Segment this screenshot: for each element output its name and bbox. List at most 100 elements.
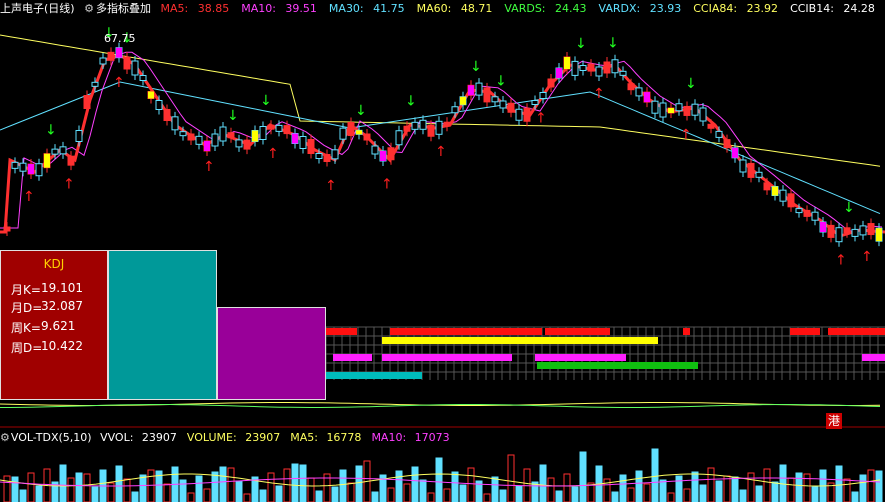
- highlight-candle: [876, 228, 882, 242]
- volume-bar: [699, 484, 707, 502]
- candle: [763, 182, 771, 191]
- sell-arrow-icon: ↓: [470, 59, 482, 75]
- kdj-title: KDJ: [43, 257, 65, 271]
- candle: [19, 162, 27, 172]
- volume-bar: [123, 478, 131, 502]
- sell-arrow-icon: ↓: [227, 108, 239, 124]
- buy-arrow-icon: ↑: [593, 86, 605, 102]
- candle: [707, 123, 715, 129]
- sell-arrow-icon: ↓: [575, 36, 587, 52]
- candle: [851, 228, 859, 237]
- volume-bar: [75, 472, 83, 502]
- kdj-row: 月K= 19.101: [11, 281, 83, 297]
- buy-arrow-icon: ↑: [680, 127, 692, 143]
- volume-bar: [195, 475, 203, 502]
- candle: [67, 155, 75, 166]
- highlight-candle: [556, 68, 562, 78]
- volume-bar: [59, 464, 67, 502]
- hk-badge[interactable]: 港: [826, 413, 842, 429]
- candle: [803, 209, 811, 217]
- volume-bar: [387, 487, 395, 502]
- candle: [867, 223, 875, 236]
- highlight-candle: [668, 108, 674, 114]
- sell-arrow-icon: ↓: [405, 94, 417, 110]
- volume-bar: [115, 465, 123, 502]
- candle: [427, 124, 435, 137]
- candle: [179, 131, 187, 137]
- candle: [755, 171, 763, 178]
- highlight-candle: [460, 96, 466, 105]
- highlight-candle: [820, 222, 826, 232]
- volume-bar: [35, 485, 43, 502]
- volume-bar: [875, 470, 883, 502]
- volume-title[interactable]: VOL-TDX(5,10): [11, 431, 92, 444]
- candle: [195, 135, 203, 145]
- sell-arrow-icon: ↓: [843, 200, 855, 216]
- volume-bar: [403, 483, 411, 502]
- highlight-candle: [148, 91, 154, 99]
- signal-strip: [683, 328, 690, 335]
- volume-bar: [787, 477, 795, 502]
- buy-arrow-icon: ↑: [381, 176, 393, 192]
- candle: [403, 125, 411, 132]
- volume-bar: [859, 474, 867, 502]
- signal-strip: [535, 354, 626, 361]
- buy-arrow-icon: ↑: [535, 111, 547, 127]
- candle: [275, 124, 283, 132]
- candle: [691, 103, 699, 116]
- candle: [811, 211, 819, 221]
- volume-bar: [3, 475, 11, 502]
- gear-icon[interactable]: ⚙: [0, 431, 10, 444]
- volume-bar: [643, 483, 651, 502]
- volume-chart[interactable]: [0, 446, 885, 502]
- candle: [11, 161, 19, 169]
- highlight-candle: [356, 130, 362, 135]
- volume-bar: [67, 477, 75, 502]
- highlight-candle: [380, 151, 386, 161]
- sell-arrow-icon: ↓: [495, 74, 507, 90]
- highlight-candle: [564, 57, 570, 69]
- kdj-week-bar: [217, 307, 326, 400]
- volume-bar: [315, 490, 323, 502]
- candle: [75, 130, 83, 142]
- volume-bar: [675, 475, 683, 502]
- candle: [299, 136, 307, 149]
- highlight-candle: [204, 141, 210, 151]
- volume-bar: [307, 477, 315, 502]
- volume-bar: [763, 468, 771, 502]
- volume-bar: [467, 467, 475, 502]
- candle: [155, 100, 163, 110]
- volume-bar: [243, 493, 251, 502]
- candle: [619, 70, 627, 76]
- candle: [859, 225, 867, 236]
- candle: [611, 59, 619, 74]
- signal-strip: [790, 328, 820, 335]
- candle: [747, 162, 755, 178]
- volume-bar: [771, 481, 779, 502]
- candle: [435, 120, 443, 135]
- candle: [675, 103, 683, 112]
- candle: [99, 57, 107, 65]
- candle: [827, 224, 835, 238]
- volume-bar: [563, 473, 571, 502]
- candle: [339, 127, 347, 140]
- candle: [187, 133, 195, 141]
- var-line: [0, 404, 881, 408]
- volume-bar: [707, 467, 715, 502]
- volume-bar: [411, 466, 419, 502]
- volume-bar: [187, 492, 195, 502]
- candle: [443, 121, 451, 127]
- buy-arrow-icon: ↑: [113, 75, 125, 91]
- volume-bar: [267, 472, 275, 502]
- candle: [59, 146, 67, 155]
- candle: [523, 107, 531, 122]
- highlight-candle: [252, 130, 258, 142]
- volume-bar: [683, 488, 691, 502]
- highlight-candle: [732, 147, 738, 158]
- candle: [723, 139, 731, 149]
- volume-bar: [27, 472, 35, 502]
- volume-bar: [371, 491, 379, 502]
- candle: [107, 51, 115, 61]
- candle: [163, 109, 171, 121]
- candle: [587, 63, 595, 72]
